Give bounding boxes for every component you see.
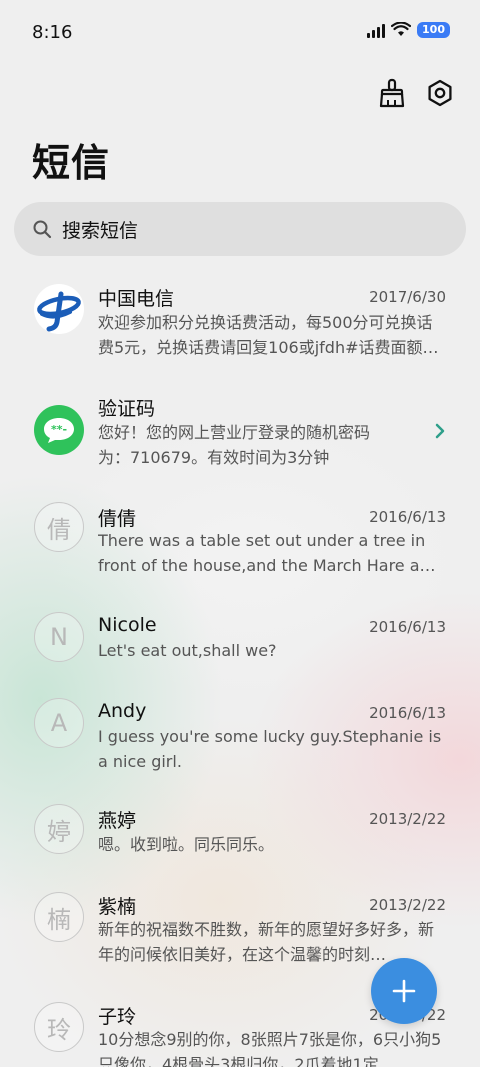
wifi-icon <box>391 22 412 36</box>
chevron-right-icon <box>435 423 445 439</box>
conversation-item[interactable]: 中国电信 2017/6/30 欢迎参加积分兑换话费活动，每500分可兑换话费5元… <box>0 270 480 375</box>
china-telecom-avatar <box>34 284 84 334</box>
battery-indicator: 100 <box>417 22 450 38</box>
contact-avatar: 玲 <box>34 1002 84 1052</box>
conversation-name: 验证码 <box>98 398 156 420</box>
conversation-date: 2017/6/30 <box>369 288 446 306</box>
china-telecom-logo <box>35 285 83 333</box>
conversation-date: 2016/6/13 <box>369 508 446 526</box>
new-message-button[interactable] <box>371 958 437 1024</box>
signal-icon <box>367 22 386 38</box>
conversation-name: Andy <box>98 700 147 722</box>
plus-icon <box>392 979 416 1003</box>
clean-button[interactable] <box>376 76 408 110</box>
svg-text:**-: **- <box>51 423 67 436</box>
conversation-item[interactable]: 倩 倩倩 2016/6/13 There was a table set out… <box>0 490 480 595</box>
conversation-name: 燕婷 <box>98 810 137 832</box>
conversation-item[interactable]: **- 验证码 您好！您的网上营业厅登录的随机密码为：710679。有效时间为3… <box>0 380 480 485</box>
conversation-date: 2013/2/22 <box>369 896 446 914</box>
contact-avatar: 倩 <box>34 502 84 552</box>
verification-code-avatar: **- <box>34 405 84 455</box>
contact-avatar: A <box>34 698 84 748</box>
header-actions <box>376 76 456 110</box>
conversation-preview: There was a table set out under a tree i… <box>98 531 440 575</box>
conversation-name: 子玲 <box>98 1006 137 1028</box>
conversation-preview: I guess you're some lucky guy.Stephanie … <box>98 727 442 771</box>
conversation-name: 倩倩 <box>98 508 137 530</box>
conversation-preview: Let's eat out,shall we? <box>98 641 277 660</box>
verification-code-icon: **- <box>44 418 74 443</box>
conversation-date: 2013/2/22 <box>369 810 446 828</box>
search-bar[interactable]: 搜索短信 <box>14 202 466 256</box>
gear-icon <box>428 79 452 107</box>
contact-avatar: 婷 <box>34 804 84 854</box>
conversation-preview: 欢迎参加积分兑换话费活动，每500分可兑换话费5元，兑换话费请回复106或jfd… <box>98 313 439 357</box>
conversation-name: Nicole <box>98 614 157 636</box>
conversation-item[interactable]: N Nicole 2016/6/13 Let's eat out,shall w… <box>0 600 480 680</box>
conversation-item[interactable]: 婷 燕婷 2013/2/22 嗯。收到啦。同乐同乐。 <box>0 796 480 876</box>
contact-avatar: N <box>34 612 84 662</box>
broom-icon <box>379 78 405 108</box>
status-icons: 100 <box>367 22 450 38</box>
search-placeholder: 搜索短信 <box>62 219 139 242</box>
conversation-preview: 10分想念9别的你，8张照片7张是你，6只小狗5只像你，4根骨头3根归你，2爪着… <box>98 1030 442 1067</box>
conversation-date: 2016/6/13 <box>369 704 446 722</box>
status-time: 8:16 <box>32 22 73 43</box>
contact-avatar: 楠 <box>34 892 84 942</box>
messages-app: 8:16 100 短信 搜索短信 中国电信 2017/6/30 欢迎参加积分兑换… <box>0 0 480 1067</box>
conversation-item[interactable]: A Andy 2016/6/13 I guess you're some luc… <box>0 686 480 791</box>
conversation-preview: 您好！您的网上营业厅登录的随机密码为：710679。有效时间为3分钟 <box>98 423 371 467</box>
conversation-preview: 嗯。收到啦。同乐同乐。 <box>98 835 275 854</box>
settings-button[interactable] <box>424 76 456 110</box>
search-icon <box>33 220 52 239</box>
status-bar: 8:16 100 <box>0 0 480 68</box>
conversation-date: 2016/6/13 <box>369 618 446 636</box>
conversation-name: 紫楠 <box>98 896 137 918</box>
conversation-name: 中国电信 <box>98 288 175 310</box>
page-title: 短信 <box>32 141 111 185</box>
